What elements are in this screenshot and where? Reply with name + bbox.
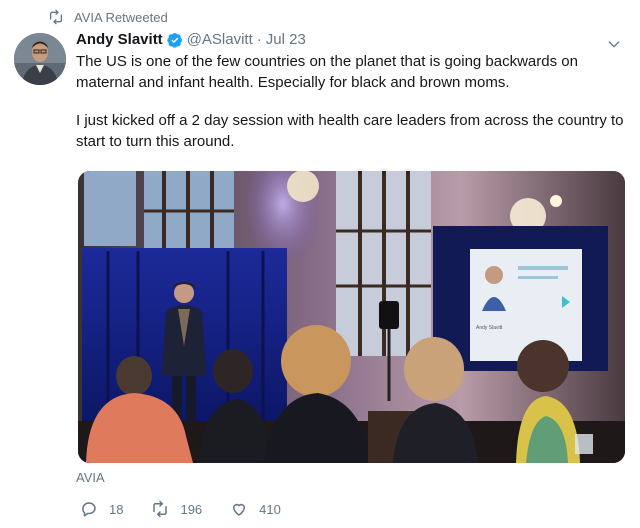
slide-caption: Andy Slavitt	[476, 325, 503, 331]
retweet-count: 196	[180, 501, 203, 517]
reply-count: 18	[109, 501, 124, 517]
like-icon	[233, 503, 246, 516]
author-handle[interactable]: @ASlavitt	[187, 31, 253, 48]
tweet-header: Andy Slavitt @ASlavitt · Jul 23	[76, 31, 306, 48]
retweet-context[interactable]: AVIA Retweeted	[48, 9, 168, 25]
tweet-paragraph: The US is one of the few countries on th…	[76, 53, 578, 91]
like-count: 410	[259, 501, 281, 517]
tweet-actions: 18 196 410	[80, 500, 309, 518]
separator-dot: ·	[256, 31, 262, 48]
tweet-card[interactable]: AVIA Retweeted Andy Slavitt @ASlavitt · …	[0, 0, 640, 528]
avatar[interactable]	[14, 33, 66, 85]
tweet-date[interactable]: Jul 23	[266, 31, 306, 48]
display-name[interactable]: Andy Slavitt	[76, 31, 163, 48]
like-button[interactable]: 410	[230, 500, 281, 518]
retweet-label: AVIA Retweeted	[74, 9, 168, 25]
retweet-icon	[153, 500, 168, 518]
retweet-button[interactable]: 196	[151, 500, 202, 518]
tweet-text: The US is one of the few countries on th…	[76, 51, 626, 152]
reply-button[interactable]: 18	[80, 500, 123, 518]
chevron-down-icon[interactable]	[606, 36, 622, 52]
media-source-label[interactable]: AVIA	[76, 470, 105, 485]
retweet-icon	[50, 9, 62, 25]
verified-badge-icon	[167, 32, 182, 48]
tweet-paragraph: I just kicked off a 2 day session with h…	[76, 112, 624, 150]
tweet-photo[interactable]: Andy Slavitt	[78, 171, 625, 463]
reply-icon	[82, 502, 96, 517]
